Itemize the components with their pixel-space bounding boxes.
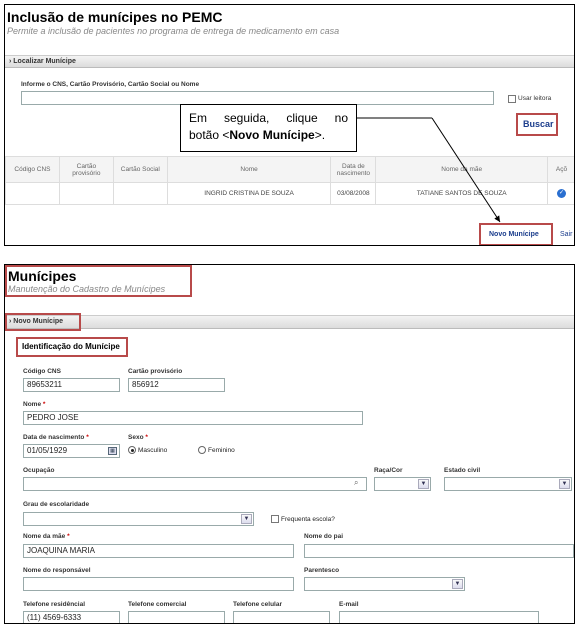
responsavel-label: Nome do responsável: [23, 567, 91, 574]
nascimento-input[interactable]: 01/05/1929: [23, 444, 120, 458]
callout-suffix: >.: [314, 128, 326, 142]
codigo-cns-input[interactable]: 89653211: [23, 378, 120, 392]
parentesco-select[interactable]: ▼: [304, 577, 465, 591]
nascimento-label: Data de nascimento *: [23, 434, 89, 441]
estado-civil-select[interactable]: ▼: [444, 477, 572, 491]
nome-label: Nome *: [23, 401, 46, 408]
search-icon[interactable]: ⌕: [354, 478, 358, 488]
section-novo-highlight: [5, 313, 81, 331]
tel-res-label: Telefone residêncial: [23, 601, 86, 608]
callout-line2: botão <Novo Munícipe>.: [189, 127, 348, 144]
form-subtitle: Manutenção do Cadastro de Munícipes: [8, 284, 166, 294]
calendar-icon[interactable]: ▦: [108, 447, 117, 455]
form-title: Munícipes: [8, 268, 77, 284]
codigo-cns-label: Código CNS: [23, 368, 61, 375]
mae-input[interactable]: JOAQUINA MARIA: [23, 544, 294, 558]
grau-select[interactable]: ▼: [23, 512, 254, 526]
tel-res-input[interactable]: (11) 4569-6333: [23, 611, 120, 623]
ocupacao-label: Ocupação: [23, 467, 55, 474]
tel-com-label: Telefone comercial: [128, 601, 187, 608]
identificacao-heading: Identificação do Munícipe: [22, 342, 120, 351]
email-input[interactable]: [339, 611, 539, 623]
nascimento-label-text: Data de nascimento: [23, 434, 85, 441]
sexo-label-text: Sexo: [128, 434, 144, 441]
callout-prefix: botão <: [189, 128, 230, 142]
chevron-down-icon: ▼: [418, 479, 429, 489]
masculino-radio[interactable]: [128, 446, 136, 454]
email-label: E-mail: [339, 601, 359, 608]
cartao-label: Cartão provisório: [128, 368, 183, 375]
callout-line1: Em seguida, clique no: [189, 111, 348, 125]
pai-label: Nome do pai: [304, 533, 344, 540]
grau-label: Grau de escolaridade: [23, 501, 90, 508]
frequenta-checkbox[interactable]: [271, 515, 279, 523]
masculino-label: Masculino: [138, 447, 168, 454]
ocupacao-input[interactable]: [23, 477, 367, 491]
callout-box: Em seguida, clique no botão <Novo Muníci…: [180, 104, 357, 152]
callout-bold: Novo Munícipe: [229, 128, 315, 142]
tel-com-input[interactable]: [128, 611, 225, 623]
feminino-label: Feminino: [208, 447, 235, 454]
mae-label-text: Nome da mãe: [23, 533, 66, 540]
raca-select[interactable]: ▼: [374, 477, 431, 491]
nome-input[interactable]: PEDRO JOSE: [23, 411, 363, 425]
nome-label-text: Nome: [23, 401, 42, 408]
bottom-screenshot: Munícipes Manutenção do Cadastro de Muní…: [4, 264, 575, 624]
feminino-radio[interactable]: [198, 446, 206, 454]
mae-label: Nome da mãe *: [23, 533, 70, 540]
chevron-down-icon: ▼: [452, 579, 463, 589]
frequenta-label: Frequenta escola?: [281, 516, 335, 523]
chevron-down-icon: ▼: [559, 479, 570, 489]
raca-label: Raça/Cor: [374, 467, 403, 474]
parentesco-label: Parentesco: [304, 567, 340, 574]
tel-cel-input[interactable]: [233, 611, 330, 623]
cartao-input[interactable]: 856912: [128, 378, 225, 392]
pai-input[interactable]: [304, 544, 574, 558]
chevron-down-icon: ▼: [241, 514, 252, 524]
tel-cel-label: Telefone celular: [233, 601, 283, 608]
responsavel-input[interactable]: [23, 577, 294, 591]
section-novo: › Novo Munícipe: [5, 315, 574, 329]
estado-civil-label: Estado civil: [444, 467, 481, 474]
sexo-label: Sexo *: [128, 434, 148, 441]
